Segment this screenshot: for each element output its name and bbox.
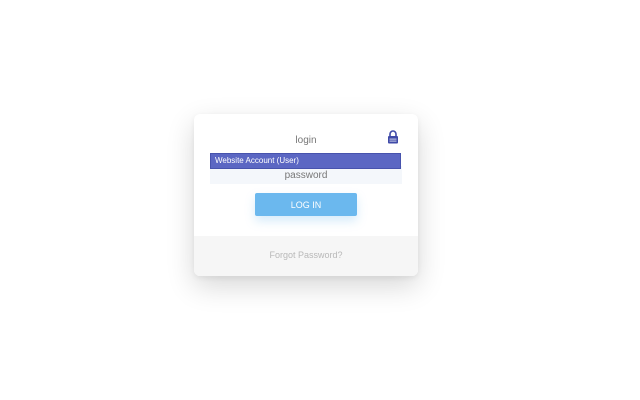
autofill-dropdown[interactable]: Website Account (User) [210, 153, 401, 169]
lock-icon[interactable] [387, 130, 399, 144]
page-background: Website Account (User) LOG IN Forgot Pas… [0, 0, 640, 400]
autofill-item-website-account[interactable]: Website Account (User) [215, 156, 299, 165]
login-button[interactable]: LOG IN [255, 193, 357, 216]
login-input[interactable] [210, 130, 402, 150]
card-footer: Forgot Password? [194, 236, 418, 276]
forgot-password-link[interactable]: Forgot Password? [194, 250, 418, 260]
login-card: Website Account (User) LOG IN Forgot Pas… [194, 114, 418, 276]
